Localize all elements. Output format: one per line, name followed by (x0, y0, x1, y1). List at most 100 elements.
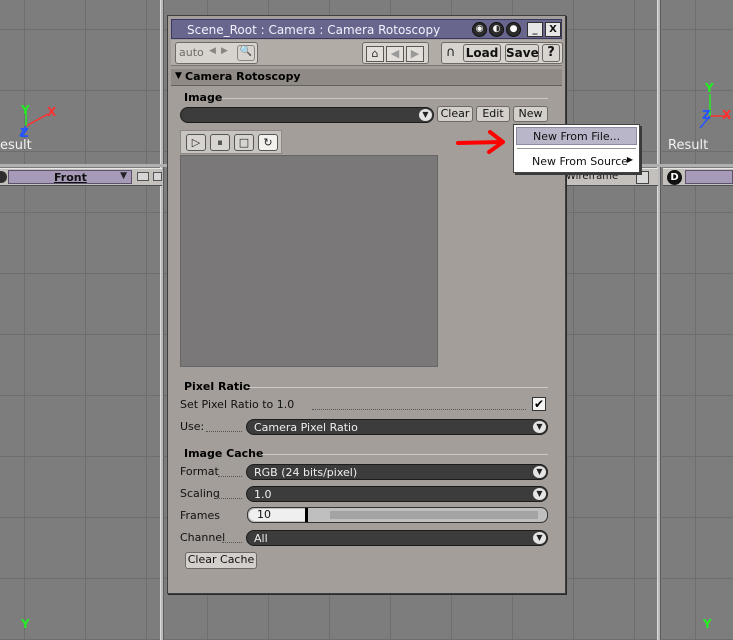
edit-button[interactable]: Edit (476, 106, 510, 122)
chevron-down-icon: ▼ (533, 532, 546, 544)
viewport-result-label-right: Result (668, 138, 709, 153)
use-dropdown[interactable]: Camera Pixel Ratio ▼ (246, 419, 548, 435)
channel-leader (222, 542, 242, 543)
prev-arrow-icon[interactable]: ◀ (209, 46, 221, 60)
load-button[interactable]: Load (463, 44, 501, 62)
front-view-selector[interactable]: Front ▼ (8, 170, 132, 184)
minimize-button[interactable]: _ (527, 22, 543, 37)
loop-icon[interactable]: ↻ (258, 134, 278, 151)
playback-controls: ▷ ⏸ □ ↻ (180, 130, 282, 154)
channel-value: All (254, 532, 268, 545)
format-leader (218, 476, 242, 477)
collapse-triangle-icon: ▼ (175, 71, 182, 81)
use-leader (206, 431, 242, 432)
image-preview-area (180, 155, 438, 367)
axis-label-y-right: Y (705, 81, 714, 95)
auto-toggle[interactable]: auto (179, 46, 204, 59)
frames-slider-track (330, 511, 538, 519)
front-viewport-header: Front ▼ (0, 168, 162, 186)
pause-icon[interactable]: ⏸ (210, 134, 230, 151)
preset-group: ∩ Load Save ? (441, 42, 563, 64)
frames-label: Frames (180, 509, 221, 522)
back-icon[interactable]: ◀ (386, 46, 404, 62)
set-pixel-ratio-label: Set Pixel Ratio to 1.0 (180, 398, 295, 411)
close-button[interactable]: X (545, 22, 561, 37)
set-pixel-ratio-leader (312, 409, 526, 410)
scaling-value: 1.0 (254, 488, 272, 501)
right-view-selector[interactable] (685, 170, 733, 184)
channel-dropdown[interactable]: All ▼ (246, 530, 548, 546)
display-mode-badge[interactable]: D (667, 170, 682, 185)
frames-slider[interactable]: 10 (247, 507, 548, 523)
view-icon[interactable]: ◉ (472, 22, 487, 37)
viewport-divider-left[interactable] (160, 0, 164, 640)
axis-label-z-right: Z (702, 108, 711, 122)
undo-icon[interactable]: ∩ (446, 45, 460, 61)
nav-group: ⌂ ◀ ▶ (362, 42, 429, 64)
clear-button[interactable]: Clear (437, 106, 473, 122)
viewport-menu-icon[interactable] (0, 171, 7, 183)
next-arrow-icon[interactable]: ▶ (221, 46, 233, 60)
clear-cache-button[interactable]: Clear Cache (185, 552, 257, 569)
viewport-divider-right[interactable] (657, 0, 661, 640)
chevron-down-icon: ▼ (120, 171, 127, 181)
play-icon[interactable]: ▷ (186, 134, 206, 151)
chevron-down-icon: ▼ (533, 488, 546, 500)
right-viewport-header: D (663, 168, 733, 186)
new-context-menu: New From File... New From Source ▶ (513, 124, 640, 173)
chevron-down-icon: ▼ (419, 109, 432, 121)
menu-item-new-from-file[interactable]: New From File... (516, 127, 637, 145)
stop-icon[interactable]: □ (234, 134, 254, 151)
scaling-dropdown[interactable]: 1.0 ▼ (246, 486, 548, 502)
viewport-toggle-b[interactable] (153, 172, 162, 181)
scaling-leader (216, 498, 242, 499)
axis-label-y: Y (21, 103, 30, 117)
palette-icon[interactable]: ◐ (489, 22, 504, 37)
use-label: Use: (180, 420, 205, 433)
frames-value[interactable]: 10 (257, 508, 271, 521)
menu-item-new-from-source[interactable]: New From Source ▶ (516, 153, 637, 171)
submenu-arrow-icon: ▶ (626, 155, 633, 164)
auto-group: auto ◀ ▶ 🔍 (175, 42, 258, 64)
chevron-down-icon: ▼ (533, 421, 546, 433)
image-group-title: Image (184, 91, 223, 104)
menu-item-label: New From Source (532, 155, 629, 168)
frames-slider-handle[interactable] (305, 508, 308, 522)
new-button[interactable]: New (513, 106, 548, 122)
scaling-label: Scaling (180, 487, 220, 500)
home-icon[interactable]: ⌂ (366, 46, 384, 62)
menu-item-label: New From File... (533, 130, 621, 143)
axis-label-y-bottom-right: Y (703, 617, 712, 631)
pixel-ratio-group-title: Pixel Ratio (184, 380, 251, 393)
front-view-label: Front (54, 171, 87, 184)
window-title-bar[interactable]: Scene_Root : Camera : Camera Rotoscopy ◉… (171, 19, 562, 39)
forward-icon[interactable]: ▶ (406, 46, 424, 62)
axis-label-x-right: X (722, 108, 732, 122)
pixel-ratio-divider (247, 387, 548, 388)
section-title: Camera Rotoscopy (185, 70, 301, 83)
window-toolbar: auto ◀ ▶ 🔍 ⌂ ◀ ▶ ∩ Load Save ? (171, 40, 563, 66)
format-dropdown[interactable]: RGB (24 bits/pixel) ▼ (246, 464, 548, 480)
use-value: Camera Pixel Ratio (254, 421, 358, 434)
image-cache-group-title: Image Cache (184, 447, 264, 460)
window-title: Scene_Root : Camera : Camera Rotoscopy (187, 23, 441, 37)
format-label: Format (180, 465, 219, 478)
key-icon[interactable]: 🔍 (237, 45, 255, 61)
format-value: RGB (24 bits/pixel) (254, 466, 358, 479)
menu-separator (517, 148, 636, 149)
image-source-dropdown[interactable]: ▼ (180, 107, 434, 123)
axis-label-y-bottom-left: Y (21, 617, 30, 631)
chevron-down-icon: ▼ (533, 466, 546, 478)
image-cache-divider (262, 454, 548, 455)
red-arrow-icon (456, 130, 505, 154)
viewport-toggle-a[interactable] (137, 172, 149, 181)
save-button[interactable]: Save (505, 44, 539, 62)
help-button[interactable]: ? (542, 44, 560, 62)
image-group-divider (222, 98, 548, 99)
axis-label-x: X (47, 105, 57, 119)
axis-label-z: Z (20, 126, 29, 140)
section-header[interactable]: ▼ Camera Rotoscopy (171, 69, 562, 86)
set-pixel-ratio-checkbox[interactable]: ✔ (532, 397, 546, 411)
channel-label: Channel (180, 531, 226, 544)
lock-icon[interactable]: ● (506, 22, 521, 37)
